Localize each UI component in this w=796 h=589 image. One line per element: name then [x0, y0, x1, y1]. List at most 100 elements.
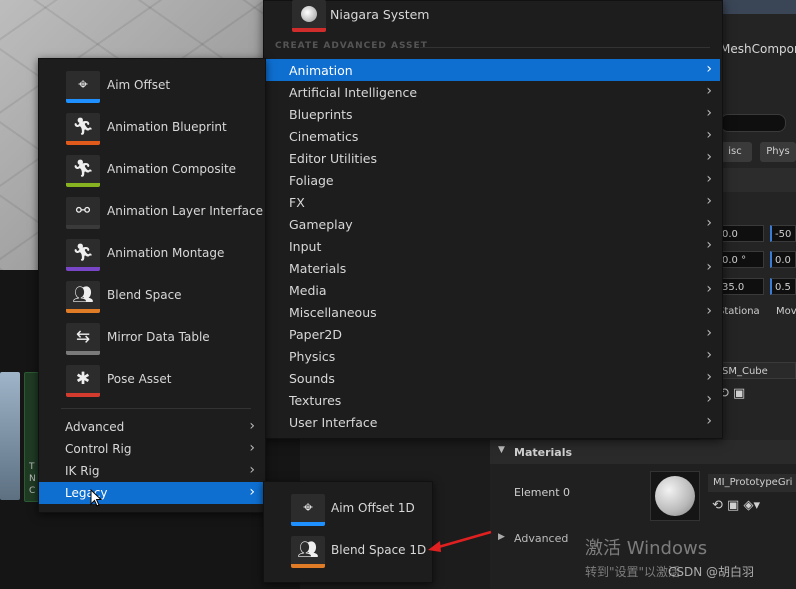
category-item[interactable]: Media › — [264, 279, 720, 301]
legacy-submenu: ⌖ Aim Offset 1D 👥︎ Blend Space 1D — [263, 481, 433, 583]
category-item[interactable]: Blueprints › — [264, 103, 720, 125]
asset-item[interactable]: ✱ Pose Asset — [39, 359, 265, 401]
category-label: Physics — [289, 349, 336, 364]
category-item[interactable]: Input › — [264, 235, 720, 257]
subcategory-item[interactable]: Advanced › — [39, 416, 265, 438]
category-label: Foliage — [289, 173, 334, 188]
category-label: User Interface — [289, 415, 378, 430]
chevron-right-icon: › — [706, 61, 712, 77]
category-label: Input — [289, 239, 322, 254]
expand-arrow-icon[interactable]: ▶ — [498, 532, 505, 542]
category-item[interactable]: User Interface › — [264, 411, 720, 433]
material-sphere-icon — [655, 476, 695, 516]
chevron-right-icon: › — [706, 259, 712, 275]
crosshair-icon: ⌖ — [66, 71, 100, 103]
chevron-right-icon: › — [706, 215, 712, 231]
chevron-right-icon: › — [706, 347, 712, 363]
asset-label: Aim Offset 1D — [331, 501, 415, 515]
filter-misc-button[interactable]: isc — [718, 142, 752, 162]
category-label: Blueprints — [289, 107, 353, 122]
category-item[interactable]: Editor Utilities › — [264, 147, 720, 169]
material-thumbnail[interactable] — [650, 471, 700, 521]
materials-title: Materials — [514, 446, 573, 459]
category-item[interactable]: Paper2D › — [264, 323, 720, 345]
category-item[interactable]: Animation › — [264, 59, 720, 81]
asset-color-bar — [66, 183, 100, 187]
category-item[interactable]: FX › — [264, 191, 720, 213]
category-item[interactable]: Miscellaneous › — [264, 301, 720, 323]
material-tools-icon[interactable]: ⟲ ▣ ◈▾ — [712, 498, 760, 513]
csdn-watermark: CSDN @胡白羽 — [668, 565, 755, 579]
category-item[interactable]: Textures › — [264, 389, 720, 411]
rotation-y-field[interactable]: 0.0 — [770, 251, 796, 268]
search-input[interactable] — [720, 114, 786, 132]
scale-x-field[interactable]: 35.0 — [718, 278, 764, 295]
asset-label: Blend Space — [107, 288, 182, 302]
category-label: Materials — [289, 261, 347, 276]
asset-thumbnail[interactable] — [0, 372, 20, 500]
chevron-right-icon: › — [706, 127, 712, 143]
category-label: Paper2D — [289, 327, 342, 342]
asset-item[interactable]: 🏃︎ Animation Montage — [39, 233, 265, 275]
advanced-section[interactable]: Advanced — [514, 532, 568, 545]
asset-color-bar — [66, 225, 100, 229]
asset-label: Animation Blueprint — [107, 120, 227, 134]
menu-divider — [61, 408, 251, 409]
activation-watermark-title: 激活 Windows — [585, 538, 708, 559]
category-label: Animation — [289, 63, 353, 78]
asset-item[interactable]: ⇆ Mirror Data Table — [39, 317, 265, 359]
asset-item[interactable]: 🏃︎ Animation Blueprint — [39, 107, 265, 149]
chevron-right-icon: › — [706, 237, 712, 253]
asset-label: Animation Layer Interface — [107, 204, 263, 218]
asset-item[interactable]: 👥︎ Blend Space — [39, 275, 265, 317]
asset-item[interactable]: ⚯ Animation Layer Interface — [39, 191, 265, 233]
filter-physics-button[interactable]: Phys — [760, 142, 796, 162]
icon-glyph: 👥︎ — [72, 285, 94, 305]
chevron-right-icon: › — [706, 303, 712, 319]
asset-item[interactable]: 👥︎ Blend Space 1D — [264, 530, 432, 572]
collapse-arrow-icon[interactable]: ▼ — [498, 445, 505, 455]
scale-y-field[interactable]: 0.5 — [770, 278, 796, 295]
annotation-arrow-icon — [428, 530, 492, 552]
section-divider — [420, 47, 710, 48]
asset-item[interactable]: ⌖ Aim Offset — [39, 65, 265, 107]
icon-glyph: 👥︎ — [297, 540, 319, 560]
location-y-field[interactable]: -50 — [770, 225, 796, 242]
asset-item[interactable]: 🏃︎ Animation Composite — [39, 149, 265, 191]
category-item[interactable]: Cinematics › — [264, 125, 720, 147]
icon-glyph: ⌖ — [78, 75, 88, 95]
asset-item[interactable]: ⌖ Aim Offset 1D — [264, 488, 432, 530]
category-item[interactable]: Gameplay › — [264, 213, 720, 235]
category-label: Editor Utilities — [289, 151, 378, 166]
location-x-field[interactable]: 0.0 — [718, 225, 764, 242]
thumbnail-text: C — [29, 486, 36, 496]
asset-color-bar — [66, 99, 100, 103]
chevron-right-icon: › — [249, 462, 255, 478]
asset-label: Animation Composite — [107, 162, 237, 176]
category-item[interactable]: Physics › — [264, 345, 720, 367]
mobility-stationary[interactable]: Stationa — [718, 306, 760, 317]
chevron-right-icon: › — [706, 391, 712, 407]
subcategory-item[interactable]: Control Rig › — [39, 438, 265, 460]
category-item[interactable]: Sounds › — [264, 367, 720, 389]
chevron-right-icon: › — [706, 413, 712, 429]
asset-label: Mirror Data Table — [107, 330, 210, 344]
asset-label: Blend Space 1D — [331, 543, 427, 557]
materials-header[interactable]: ▼ Materials — [490, 440, 796, 464]
asset-label: Animation Montage — [107, 246, 225, 260]
niagara-system-label: Niagara System — [330, 7, 430, 22]
subcategory-item[interactable]: IK Rig › — [39, 460, 265, 482]
category-item[interactable]: Materials › — [264, 257, 720, 279]
subcategory-item[interactable]: Legacy › — [39, 482, 265, 504]
niagara-system-item[interactable]: Niagara System — [292, 0, 712, 36]
chevron-right-icon: › — [706, 83, 712, 99]
material-combo[interactable]: MI_PrototypeGri — [708, 474, 796, 492]
asset-color-bar — [66, 393, 100, 397]
running-figure-icon: 🏃︎ — [66, 113, 100, 145]
node-graph-icon: ⚯ — [66, 197, 100, 229]
category-item[interactable]: Artificial Intelligence › — [264, 81, 720, 103]
category-item[interactable]: Foliage › — [264, 169, 720, 191]
mobility-movable[interactable]: Mov — [776, 306, 796, 317]
rotation-x-field[interactable]: 0.0 ° — [718, 251, 764, 268]
static-mesh-field[interactable]: SM_Cube — [718, 362, 796, 379]
